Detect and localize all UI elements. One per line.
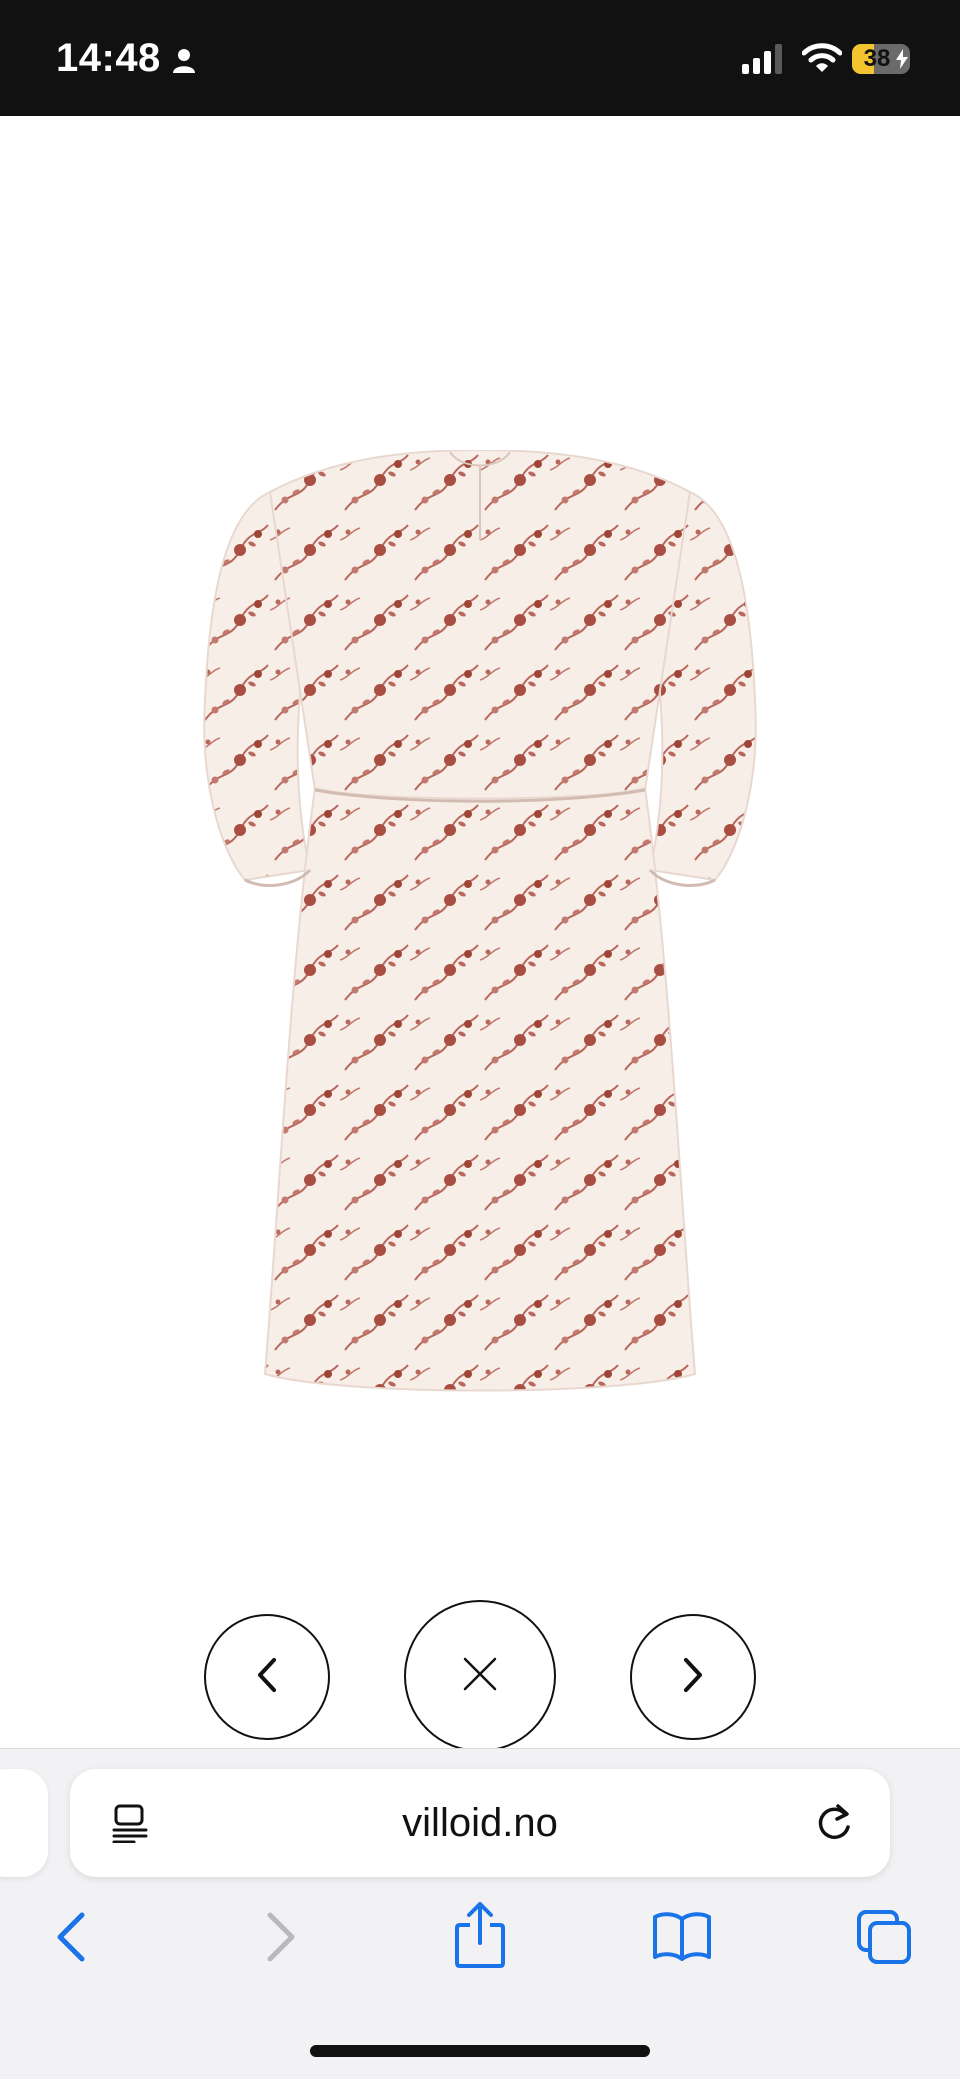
battery-indicator: 38 <box>852 44 910 74</box>
close-gallery-button[interactable] <box>404 1600 556 1752</box>
next-image-button[interactable] <box>630 1614 756 1740</box>
previous-tab-peek[interactable] <box>0 1769 48 1877</box>
product-image <box>200 448 760 1530</box>
forward-icon[interactable] <box>258 1909 302 1970</box>
charging-icon <box>896 49 908 74</box>
person-icon <box>172 48 196 79</box>
tabs-icon[interactable] <box>856 1909 912 1970</box>
browser-toolbar: villoid.no <box>0 1748 960 2079</box>
reload-icon[interactable] <box>812 1801 856 1850</box>
home-indicator[interactable] <box>310 2045 650 2057</box>
dress-illustration <box>203 448 757 1392</box>
cellular-signal-icon <box>742 44 786 79</box>
close-icon <box>462 1656 498 1697</box>
battery-level: 38 <box>863 45 891 72</box>
chevron-right-icon <box>681 1657 705 1698</box>
back-icon[interactable] <box>50 1909 94 1970</box>
address-bar[interactable]: villoid.no <box>70 1769 890 1877</box>
wifi-icon <box>801 42 843 79</box>
bookmarks-icon[interactable] <box>652 1909 712 1970</box>
status-bar: 14:48 38 <box>0 0 960 116</box>
status-time: 14:48 <box>56 36 161 80</box>
product-gallery <box>0 116 960 1752</box>
share-icon[interactable] <box>452 1901 508 1974</box>
url-text[interactable]: villoid.no <box>70 1769 890 1877</box>
previous-image-button[interactable] <box>204 1614 330 1740</box>
chevron-left-icon <box>255 1657 279 1698</box>
